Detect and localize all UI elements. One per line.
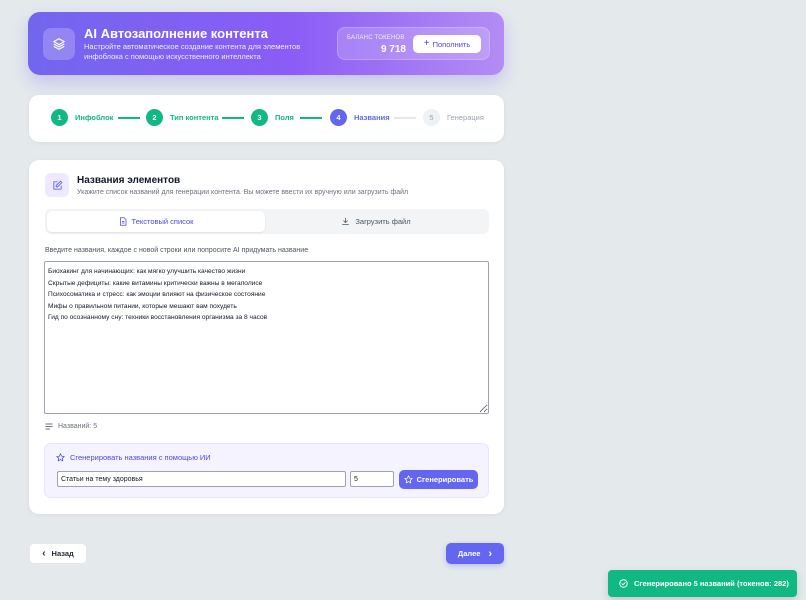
step-number: 5 [423, 109, 440, 126]
step-connector [118, 117, 140, 119]
tab-upload-file[interactable]: Загрузить файл [267, 211, 485, 232]
step-number: 3 [251, 109, 268, 126]
step-connector [300, 117, 322, 119]
titles-card: Названия элементов Укажите список назван… [29, 160, 504, 514]
next-label: Далее [457, 549, 481, 558]
back-button[interactable]: ‹ Назад [29, 543, 87, 564]
next-button[interactable]: Далее › [446, 543, 504, 564]
tab-text-list[interactable]: Текстовый список [47, 211, 265, 232]
step-infoblock[interactable]: 1 Инфоблок [51, 109, 113, 126]
step-number: 4 [330, 109, 347, 126]
toast-text: Сгенерировано 5 названий (токенов: 282) [634, 579, 789, 588]
topup-button[interactable]: + Пополнить [413, 35, 481, 53]
document-icon [119, 217, 126, 226]
titles-textarea[interactable] [44, 261, 489, 414]
step-connector [222, 117, 244, 119]
tab-label: Текстовый список [131, 217, 194, 226]
topup-label: Пополнить [432, 39, 471, 49]
ai-panel-title-text: Сгенерировать названия с помощью ИИ [70, 453, 211, 462]
edit-icon [45, 173, 69, 197]
section-title: Названия элементов [77, 175, 181, 186]
ai-panel-title: Сгенерировать названия с помощью ИИ [56, 453, 211, 462]
app-subtitle: Настройте автоматическое создание контен… [84, 42, 301, 61]
list-icon [45, 423, 53, 430]
generate-button[interactable]: Сгенерировать [399, 470, 478, 489]
generate-label: Сгенерировать [416, 475, 474, 484]
step-label: Названия [354, 113, 390, 122]
token-balance-panel: БАЛАНС ТОКЕНОВ 9 718 + Пополнить [337, 27, 490, 60]
step-titles[interactable]: 4 Названия [330, 109, 390, 126]
app-header: AI Автозаполнение контента Настройте авт… [28, 12, 504, 75]
success-toast: Сгенерировано 5 названий (токенов: 282) [608, 570, 797, 597]
back-label: Назад [51, 549, 74, 558]
step-number: 2 [146, 109, 163, 126]
ai-generate-panel: Сгенерировать названия с помощью ИИ Сген… [44, 443, 489, 498]
chevron-left-icon: ‹ [42, 547, 46, 559]
step-label: Тип контента [170, 113, 219, 122]
check-circle-icon [619, 579, 628, 588]
star-icon [56, 453, 65, 462]
titles-count: Названий: 5 [45, 423, 97, 430]
stepper: 1 Инфоблок 2 Тип контента 3 Поля 4 Назва… [29, 95, 504, 142]
step-label: Поля [275, 113, 294, 122]
plus-icon: + [423, 38, 430, 49]
step-label: Инфоблок [75, 113, 114, 122]
ai-count-input[interactable] [350, 471, 394, 487]
titles-field-label: Введите названия, каждое с новой строки … [45, 247, 309, 254]
step-number: 1 [51, 109, 68, 126]
star-icon [404, 475, 413, 484]
chevron-right-icon: › [488, 547, 493, 560]
step-label: Генерация [447, 113, 484, 122]
tab-label: Загрузить файл [355, 217, 411, 226]
ai-topic-input[interactable] [57, 471, 346, 487]
step-fields[interactable]: 3 Поля [251, 109, 294, 126]
input-mode-tabs: Текстовый список Загрузить файл [45, 209, 489, 234]
step-connector [394, 117, 416, 119]
balance-label: БАЛАНС ТОКЕНОВ [347, 35, 405, 41]
titles-count-text: Названий: 5 [58, 423, 98, 430]
app-title: AI Автозаполнение контента [84, 26, 268, 41]
balance-value: 9 718 [380, 44, 406, 55]
step-generation: 5 Генерация [423, 109, 484, 126]
layers-icon [43, 28, 75, 60]
step-content-type[interactable]: 2 Тип контента [146, 109, 219, 126]
download-icon [342, 217, 350, 225]
section-subtitle: Укажите список названий для генерации ко… [77, 189, 409, 196]
